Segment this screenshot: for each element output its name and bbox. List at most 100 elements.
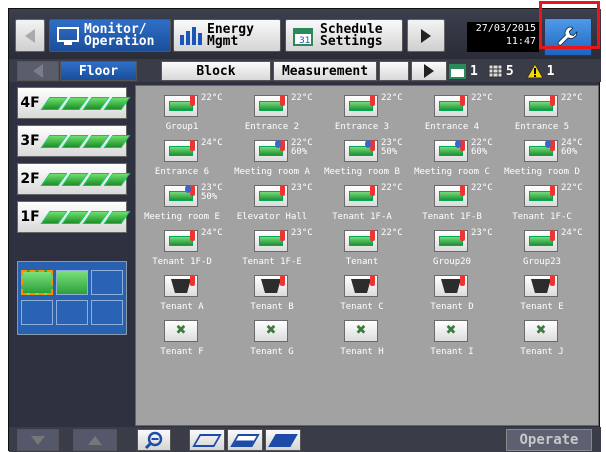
- schedule-settings-button[interactable]: 31 Schedule Settings: [285, 19, 403, 52]
- grid-icon: [488, 64, 503, 78]
- zoom-out-button[interactable]: [137, 429, 171, 451]
- chevron-right-icon: [424, 64, 434, 78]
- nav-next-button[interactable]: [407, 19, 445, 52]
- unit-tile[interactable]: 22°C 60% Meeting room C: [412, 137, 493, 180]
- floor-button-1f[interactable]: 1F: [17, 201, 131, 233]
- tab-prev-button[interactable]: [17, 61, 59, 81]
- unit-temperature: 23°C 50%: [381, 138, 403, 157]
- tab-block[interactable]: Block: [161, 61, 271, 81]
- thermometer-icon: [550, 185, 555, 196]
- unit-name: Tenant E: [520, 302, 564, 312]
- tab-next-button[interactable]: [411, 61, 447, 81]
- humidity-icon: [275, 140, 281, 148]
- unit-tile[interactable]: 23°C Group20: [412, 227, 493, 270]
- block-cell[interactable]: [56, 300, 88, 325]
- operate-button[interactable]: Operate: [506, 429, 592, 451]
- unit-tile[interactable]: 23°C 50% Meeting room B: [322, 137, 403, 180]
- layer-outline-button[interactable]: [189, 429, 225, 451]
- floor-label: 1F: [20, 209, 40, 225]
- unit-name: Entrance 2: [244, 122, 300, 132]
- unit-humidity: 50%: [201, 192, 218, 202]
- floor-button-3f[interactable]: 3F: [17, 125, 131, 157]
- indoor-unit-on-icon: [434, 230, 468, 252]
- tab-blank[interactable]: [379, 61, 409, 81]
- tab-floor[interactable]: Floor: [60, 61, 137, 81]
- unit-tile[interactable]: 22°C Entrance 4: [412, 92, 493, 135]
- unit-tile[interactable]: 23°C 50% Meeting room E: [142, 182, 223, 225]
- status-summary: 1 5 1: [449, 61, 554, 81]
- energy-mgmt-button[interactable]: Energy Mgmt: [173, 19, 281, 52]
- unit-tile[interactable]: 24°C Entrance 6: [142, 137, 223, 180]
- unit-tile[interactable]: Tenant E: [502, 272, 582, 315]
- floor-layer-icon: [40, 134, 131, 148]
- nav-prev-button[interactable]: [15, 19, 45, 52]
- unit-tile[interactable]: 23°C Tenant 1F-E: [232, 227, 313, 270]
- unit-temperature: 24°C: [561, 228, 583, 238]
- unit-name: Meeting room A: [234, 167, 310, 177]
- scroll-down-button[interactable]: [17, 429, 59, 451]
- floor-button-2f[interactable]: 2F: [17, 163, 131, 195]
- unit-name: Tenant 1F-C: [512, 212, 572, 222]
- unit-tile[interactable]: 22°C Entrance 5: [502, 92, 583, 135]
- unit-temperature: 22°C 60%: [471, 138, 493, 157]
- thermometer-icon: [280, 275, 285, 286]
- bar-chart-icon: [180, 26, 202, 45]
- chevron-right-icon: [421, 28, 431, 43]
- unit-tile[interactable]: ✖ Tenant I: [412, 317, 492, 360]
- unit-tile[interactable]: 24°C Tenant 1F-D: [142, 227, 223, 270]
- monitor-operation-label: Monitor/ Operation: [84, 21, 155, 49]
- thermometer-icon: [190, 140, 195, 151]
- block-minimap[interactable]: [17, 261, 127, 335]
- unit-tile[interactable]: 22°C Entrance 3: [322, 92, 403, 135]
- unit-grid: 22°C Group1 22°C Entrance 2 22°C Entrance 3 22…: [135, 85, 599, 426]
- thermometer-icon: [190, 230, 195, 241]
- zoom-out-icon: [144, 431, 163, 450]
- indoor-unit-on-icon: [164, 140, 198, 162]
- unit-tile[interactable]: 22°C Tenant 1F-C: [502, 182, 583, 225]
- block-cell[interactable]: [91, 270, 123, 295]
- unit-tile[interactable]: 22°C 60% Meeting room A: [232, 137, 313, 180]
- unit-tile[interactable]: 24°C 60% Meeting room D: [502, 137, 583, 180]
- unit-tile[interactable]: ✖ Tenant H: [322, 317, 402, 360]
- block-cell[interactable]: [56, 270, 88, 295]
- indoor-unit-off-icon: [254, 275, 288, 297]
- floor-layer-icon: [40, 96, 131, 110]
- unit-tile[interactable]: 22°C Group1: [142, 92, 223, 135]
- thermometer-icon: [370, 275, 375, 286]
- floor-button-4f[interactable]: 4F: [17, 87, 131, 119]
- unit-tile[interactable]: Tenant D: [412, 272, 492, 315]
- block-cell-selected[interactable]: [21, 270, 53, 295]
- block-cell[interactable]: [91, 300, 123, 325]
- indoor-unit-on-icon: [164, 95, 198, 117]
- unit-tile[interactable]: Tenant B: [232, 272, 312, 315]
- thermometer-icon: [460, 185, 465, 196]
- indoor-unit-on-icon: [254, 140, 288, 162]
- block-cell[interactable]: [21, 300, 53, 325]
- thermometer-icon: [280, 95, 285, 106]
- monitor-icon: [57, 26, 79, 45]
- indoor-unit-on-icon: [254, 185, 288, 207]
- indoor-unit-off-icon: [524, 275, 558, 297]
- scroll-up-button[interactable]: [73, 429, 117, 451]
- unit-tile[interactable]: 23°C Elevator Hall: [232, 182, 313, 225]
- unit-tile[interactable]: 22°C Tenant 1F-A: [322, 182, 403, 225]
- ventilation-unit-icon: ✖: [344, 320, 378, 342]
- layer-half-button[interactable]: [227, 429, 263, 451]
- unit-tile[interactable]: 22°C Tenant 1F-B: [412, 182, 493, 225]
- unit-tile[interactable]: ✖ Tenant G: [232, 317, 312, 360]
- svg-text:31: 31: [299, 36, 310, 46]
- unit-tile[interactable]: 24°C Group23: [502, 227, 583, 270]
- unit-tile[interactable]: Tenant C: [322, 272, 402, 315]
- maintenance-button[interactable]: [544, 18, 592, 56]
- unit-tile[interactable]: 22°C Tenant: [322, 227, 403, 270]
- ventilation-unit-icon: ✖: [254, 320, 288, 342]
- layer-filled-button[interactable]: [265, 429, 301, 451]
- unit-tile[interactable]: ✖ Tenant J: [502, 317, 582, 360]
- monitor-operation-button[interactable]: Monitor/ Operation: [49, 19, 171, 52]
- unit-tile[interactable]: ✖ Tenant F: [142, 317, 222, 360]
- indoor-unit-on-icon: [524, 140, 558, 162]
- unit-tile[interactable]: Tenant A: [142, 272, 222, 315]
- unit-tile[interactable]: 22°C Entrance 2: [232, 92, 313, 135]
- indoor-unit-on-icon: [434, 140, 468, 162]
- tab-measurement[interactable]: Measurement: [273, 61, 377, 81]
